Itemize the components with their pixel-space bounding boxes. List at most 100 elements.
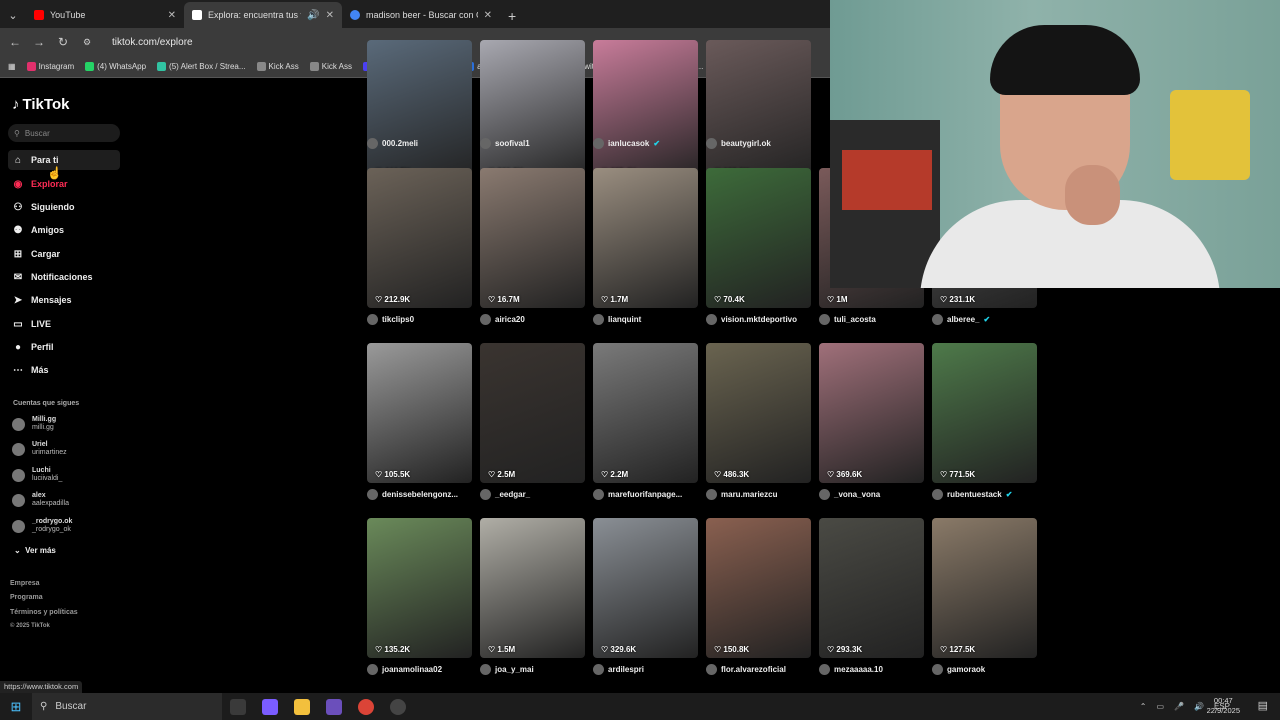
video-thumbnail[interactable]: ♡ 293.3K	[819, 518, 924, 658]
speaker-icon[interactable]: 🔊	[307, 10, 319, 21]
video-thumbnail[interactable]: ♡ 16.7M	[480, 168, 585, 308]
video-thumbnail[interactable]: ♡ 771.5K	[932, 343, 1037, 483]
footer-terms[interactable]: Términos y políticas	[10, 609, 78, 616]
sidebar-item-7[interactable]: ▭ LIVE	[8, 314, 120, 334]
video-author[interactable]: rubentuestack ✔	[932, 489, 1012, 500]
video-likes: ♡ 70.4K	[714, 295, 745, 304]
app-icon[interactable]	[326, 698, 342, 715]
close-icon[interactable]: ✕	[484, 10, 492, 21]
sidebar-item-8[interactable]: ● Perfil	[8, 337, 120, 357]
url-field[interactable]: tiktok.com/explore	[112, 37, 193, 48]
video-author[interactable]: flor.alvarezoficial	[706, 664, 786, 675]
taskbar-search[interactable]: ⚲ Buscar	[32, 693, 222, 720]
video-author[interactable]: maru.mariezcu	[706, 489, 777, 500]
sidebar-item-5[interactable]: ✉ Notificaciones	[8, 267, 120, 287]
sidebar-item-4[interactable]: ⊞ Cargar	[8, 244, 120, 264]
video-author[interactable]: alberee_ ✔	[932, 314, 990, 325]
video-thumbnail[interactable]: ♡ 2.5M	[480, 343, 585, 483]
video-thumbnail[interactable]: ♡ 70.4K	[706, 168, 811, 308]
sidebar-item-0[interactable]: ⌂ Para ti	[8, 150, 120, 170]
video-author[interactable]: mezaaaaa.10	[819, 664, 883, 675]
video-thumbnail[interactable]: ♡ 385.4K	[593, 40, 698, 180]
video-author[interactable]: tikclips0	[367, 314, 414, 325]
video-author[interactable]: ianlucasok ✔	[593, 138, 660, 149]
video-author[interactable]: gamoraok	[932, 664, 985, 675]
video-author[interactable]: _vona_vona	[819, 489, 880, 500]
video-author[interactable]: joanamolinaa02	[367, 664, 442, 675]
video-thumbnail[interactable]: ♡ 1.5M	[480, 518, 585, 658]
sidebar-item-3[interactable]: ⚉ Amigos	[8, 220, 120, 240]
video-author[interactable]: soofival1	[480, 138, 530, 149]
search-input[interactable]: ⚲ Buscar	[8, 124, 120, 142]
video-author[interactable]: vision.mktdeportivo	[706, 314, 797, 325]
video-author[interactable]: beautygirl.ok	[706, 138, 771, 149]
followed-account[interactable]: alex aalexpadilla	[12, 492, 69, 508]
sidebar-item-2[interactable]: ⚇ Siguiendo	[8, 197, 120, 217]
video-thumbnail[interactable]: ♡ 369.6K	[819, 343, 924, 483]
video-author[interactable]: joa_y_mai	[480, 664, 534, 675]
tab-youtube[interactable]: YouTube ✕	[26, 2, 184, 28]
taskbar-clock[interactable]: 00:47 22/9/2025	[1207, 696, 1240, 716]
bookmark-item[interactable]: Instagram	[26, 62, 74, 71]
copilot-icon[interactable]	[262, 698, 278, 715]
followed-account[interactable]: Luchi luciivaldi_	[12, 467, 62, 483]
tab-tiktok-explore[interactable]: Explora: encuentra tus vídeos 🔊 ✕	[184, 2, 342, 28]
tab-google-search[interactable]: madison beer - Buscar con Google ✕	[342, 2, 500, 28]
back-icon[interactable]: ←	[8, 35, 22, 49]
tab-search-icon[interactable]: ⌄	[0, 2, 26, 28]
sidebar-item-6[interactable]: ➤ Mensajes	[8, 290, 120, 310]
video-author[interactable]: lianquint	[593, 314, 641, 325]
close-icon[interactable]: ✕	[326, 10, 334, 21]
video-thumbnail[interactable]: ♡ 961.3K	[480, 40, 585, 180]
avatar	[706, 489, 717, 500]
video-thumbnail[interactable]: ♡ 2.2M	[593, 343, 698, 483]
video-thumbnail[interactable]: ♡ 329.6K	[593, 518, 698, 658]
followed-account[interactable]: Uriel urimartinez	[12, 441, 67, 457]
tiktok-logo[interactable]: ♪ TikTok	[12, 96, 69, 113]
bookmark-item[interactable]: (5) Alert Box / Strea...	[157, 62, 246, 71]
footer-company[interactable]: Empresa	[10, 580, 40, 587]
bookmark-item[interactable]: Kick Ass	[309, 62, 352, 71]
video-thumbnail[interactable]: ♡ 127.5K	[932, 518, 1037, 658]
apps-icon[interactable]: ▦	[8, 62, 16, 71]
see-more-button[interactable]: ⌄ Ver más	[14, 546, 56, 555]
new-tab-button[interactable]: +	[500, 8, 524, 28]
network-icon[interactable]: ▭	[1156, 702, 1164, 711]
video-thumbnail[interactable]: ♡ 486.3K	[706, 343, 811, 483]
chevron-up-icon[interactable]: ⌃	[1140, 702, 1147, 711]
windows-start-icon[interactable]: ⊞	[0, 699, 32, 715]
video-thumbnail[interactable]: ♡ 103.1K	[706, 40, 811, 180]
video-author[interactable]: tuli_acosta	[819, 314, 876, 325]
video-author[interactable]: denissebelengonz...	[367, 489, 458, 500]
video-thumbnail[interactable]: ♡ 135.2K	[367, 518, 472, 658]
footer-program[interactable]: Programa	[10, 594, 43, 601]
video-thumbnail[interactable]: ♡ 105.5K	[367, 343, 472, 483]
file-explorer-icon[interactable]	[294, 698, 310, 715]
video-author[interactable]: _eedgar_	[480, 489, 530, 500]
bookmark-item[interactable]: Kick Ass	[256, 62, 299, 71]
site-info-icon[interactable]: ⚙	[80, 37, 94, 48]
video-author[interactable]: airica20	[480, 314, 525, 325]
sidebar-item-9[interactable]: ⋯ Más	[8, 360, 120, 380]
bookmark-item[interactable]: (4) WhatsApp	[85, 62, 146, 71]
notification-icon[interactable]: ▤	[1258, 699, 1268, 712]
sidebar-item-1[interactable]: ◉ Explorar	[8, 174, 120, 194]
video-author[interactable]: marefuorifanpage...	[593, 489, 682, 500]
video-thumbnail[interactable]: ♡ 150.8K	[706, 518, 811, 658]
obs-icon[interactable]	[390, 698, 406, 715]
reload-icon[interactable]: ↻	[56, 35, 70, 49]
video-thumbnail[interactable]: ♡ 444.5K	[367, 40, 472, 180]
chrome-icon[interactable]	[358, 698, 374, 715]
volume-icon[interactable]: 🔊	[1194, 702, 1204, 711]
video-author[interactable]: ardilespri	[593, 664, 644, 675]
video-thumbnail[interactable]: ♡ 212.9K	[367, 168, 472, 308]
video-thumbnail[interactable]: ♡ 1.7M	[593, 168, 698, 308]
forward-icon[interactable]: →	[32, 35, 46, 49]
followed-account[interactable]: _rodrygo.ok _rodrygo_ok	[12, 518, 72, 534]
followed-account[interactable]: Milli.gg milli.gg	[12, 416, 56, 432]
heart-icon: ♡	[940, 470, 950, 479]
mic-icon[interactable]: 🎤	[1174, 702, 1184, 711]
close-icon[interactable]: ✕	[168, 10, 176, 21]
task-view-icon[interactable]	[230, 698, 246, 715]
video-author[interactable]: 000.2meli	[367, 138, 418, 149]
